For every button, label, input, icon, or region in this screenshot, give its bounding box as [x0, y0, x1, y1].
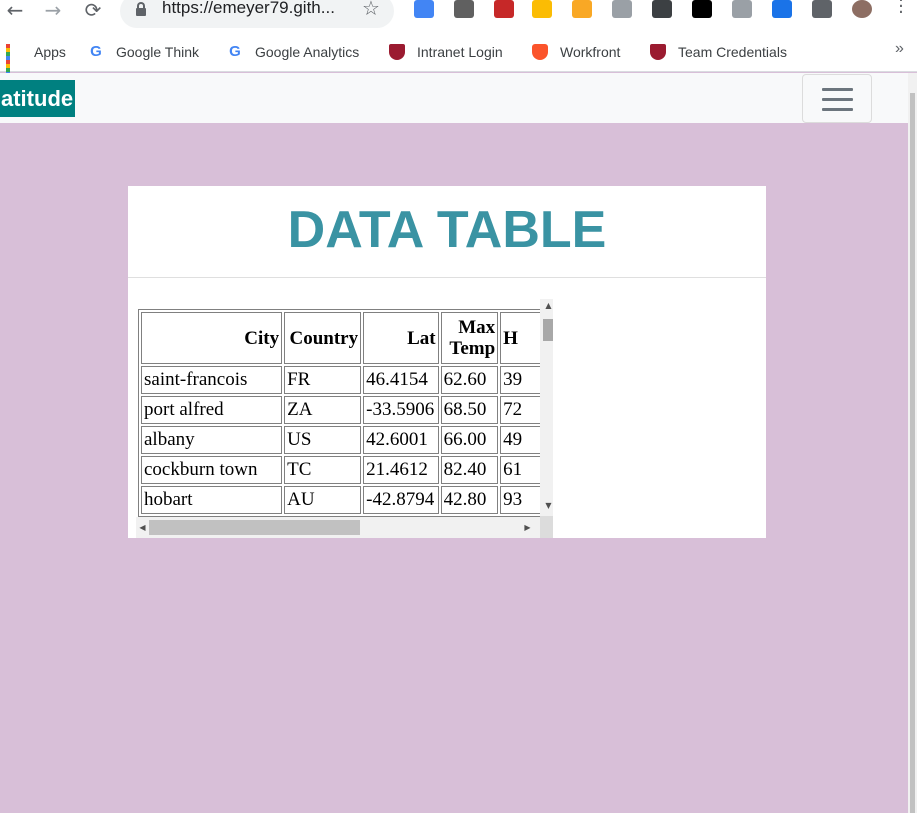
hamburger-icon — [822, 88, 853, 91]
browser-extension-icon[interactable] — [692, 0, 712, 18]
browser-extension-icon[interactable] — [532, 0, 552, 18]
table-cell: 42.6001 — [363, 426, 439, 454]
table-cell: ZA — [284, 396, 362, 424]
column-header: Max Temp — [440, 312, 499, 364]
more-bookmarks-button[interactable]: » — [895, 40, 904, 58]
table-cell: cockburn town — [141, 456, 283, 484]
table-cell: 68.50 — [440, 396, 499, 424]
table-row: hobart AU -42.8794 42.80 93 — [141, 486, 550, 514]
google-icon: G — [229, 43, 241, 60]
page-scrollbar[interactable] — [908, 73, 917, 813]
url-text[interactable]: https://emeyer79.gith... — [162, 0, 335, 18]
site-navbar: atitude — [0, 73, 908, 123]
card-header: DATA TABLE — [128, 186, 766, 278]
table-cell: saint-francois — [141, 366, 283, 394]
table-cell: AU — [284, 486, 362, 514]
bookmark-label: Google Think — [116, 44, 200, 60]
table-cell: 42.80 — [440, 486, 499, 514]
table-cell: 62.60 — [440, 366, 499, 394]
browser-extension-icon[interactable] — [612, 0, 632, 18]
browser-extension-icon[interactable] — [772, 0, 792, 18]
table-cell: port alfred — [141, 396, 283, 424]
brand-link[interactable]: atitude — [0, 80, 76, 117]
shield-icon — [650, 44, 666, 60]
bookmark-label: Apps — [34, 44, 66, 60]
bookmark-apps[interactable]: Apps — [6, 42, 66, 80]
bookmark-label: Intranet Login — [417, 44, 503, 60]
table-row: cockburn town TC 21.4612 82.40 61 — [141, 456, 550, 484]
data-table: City Country Lat Max Temp H saint-franco… — [138, 309, 553, 517]
browser-extension-icon[interactable] — [454, 0, 474, 18]
navbar-toggler-button[interactable] — [802, 74, 872, 123]
browser-extension-icon[interactable] — [732, 0, 752, 18]
table-row: albany US 42.6001 66.00 49 — [141, 426, 550, 454]
table-cell: albany — [141, 426, 283, 454]
forward-button[interactable]: → — [38, 0, 68, 22]
scroll-right-arrow-icon[interactable]: ▶ — [521, 517, 534, 538]
bookmark-star-icon[interactable]: ☆ — [362, 0, 380, 20]
address-bar[interactable]: https://emeyer79.gith... ☆ — [120, 0, 394, 28]
scrollbar-thumb[interactable] — [910, 93, 915, 813]
reload-button[interactable]: ⟳ — [78, 0, 108, 22]
table-row: port alfred ZA -33.5906 68.50 72 — [141, 396, 550, 424]
back-button[interactable]: ← — [0, 0, 30, 22]
column-header: Country — [284, 312, 362, 364]
table-horizontal-scrollbar[interactable]: ◀ ▶ — [136, 517, 540, 538]
table-cell: TC — [284, 456, 362, 484]
bookmark-google-think[interactable]: G Google Think — [88, 42, 199, 62]
browser-extension-icon[interactable] — [852, 0, 872, 18]
browser-toolbar: ← → ⟳ https://emeyer79.gith... ☆ · · · — [0, 0, 917, 34]
page-title: DATA TABLE — [287, 201, 607, 259]
bookmark-label: Team Credentials — [678, 44, 787, 60]
column-header: City — [141, 312, 283, 364]
table-header-row: City Country Lat Max Temp H — [141, 312, 550, 364]
lock-icon — [136, 2, 146, 16]
hamburger-icon — [822, 108, 853, 111]
bookmark-label: Workfront — [560, 44, 621, 60]
table-cell: 21.4612 — [363, 456, 439, 484]
scrollbar-corner — [540, 516, 553, 538]
bookmark-google-analytics[interactable]: G Google Analytics — [227, 42, 359, 62]
brave-lion-icon — [532, 44, 548, 60]
browser-extension-icon[interactable] — [652, 0, 672, 18]
data-card: DATA TABLE City Country Lat Max Temp H s… — [128, 186, 766, 538]
google-icon: G — [90, 43, 102, 60]
browser-extension-icon[interactable] — [812, 0, 832, 18]
table-cell: -33.5906 — [363, 396, 439, 424]
table-cell: 82.40 — [440, 456, 499, 484]
table-scroll-container[interactable]: City Country Lat Max Temp H saint-franco… — [136, 299, 553, 538]
table-cell: 46.4154 — [363, 366, 439, 394]
column-header: Lat — [363, 312, 439, 364]
table-cell: -42.8794 — [363, 486, 439, 514]
table-vertical-scrollbar[interactable]: ▲ ▼ — [540, 299, 553, 516]
table-cell: 66.00 — [440, 426, 499, 454]
browser-extension-icon[interactable] — [494, 0, 514, 18]
bookmark-intranet-login[interactable]: Intranet Login — [389, 42, 503, 62]
bookmarks-bar: Apps G Google Think G Google Analytics I… — [0, 34, 917, 80]
apps-grid-icon — [6, 44, 22, 80]
table-cell: FR — [284, 366, 362, 394]
scrollbar-thumb[interactable] — [543, 319, 553, 341]
table-cell: hobart — [141, 486, 283, 514]
scrollbar-thumb[interactable] — [149, 520, 360, 535]
shield-icon — [389, 44, 405, 60]
bookmark-team-credentials[interactable]: Team Credentials — [650, 42, 787, 62]
table-cell: US — [284, 426, 362, 454]
bookmark-label: Google Analytics — [255, 44, 360, 60]
scroll-down-arrow-icon[interactable]: ▼ — [540, 499, 553, 513]
vertical-dots-icon[interactable]: · · · — [896, 0, 906, 22]
bookmark-workfront[interactable]: Workfront — [532, 42, 620, 62]
table-row: saint-francois FR 46.4154 62.60 39 — [141, 366, 550, 394]
browser-extension-icon[interactable] — [414, 0, 434, 18]
hamburger-icon — [822, 98, 853, 101]
scroll-left-arrow-icon[interactable]: ◀ — [136, 517, 149, 538]
browser-extension-icon[interactable] — [572, 0, 592, 18]
scroll-up-arrow-icon[interactable]: ▲ — [540, 299, 553, 313]
